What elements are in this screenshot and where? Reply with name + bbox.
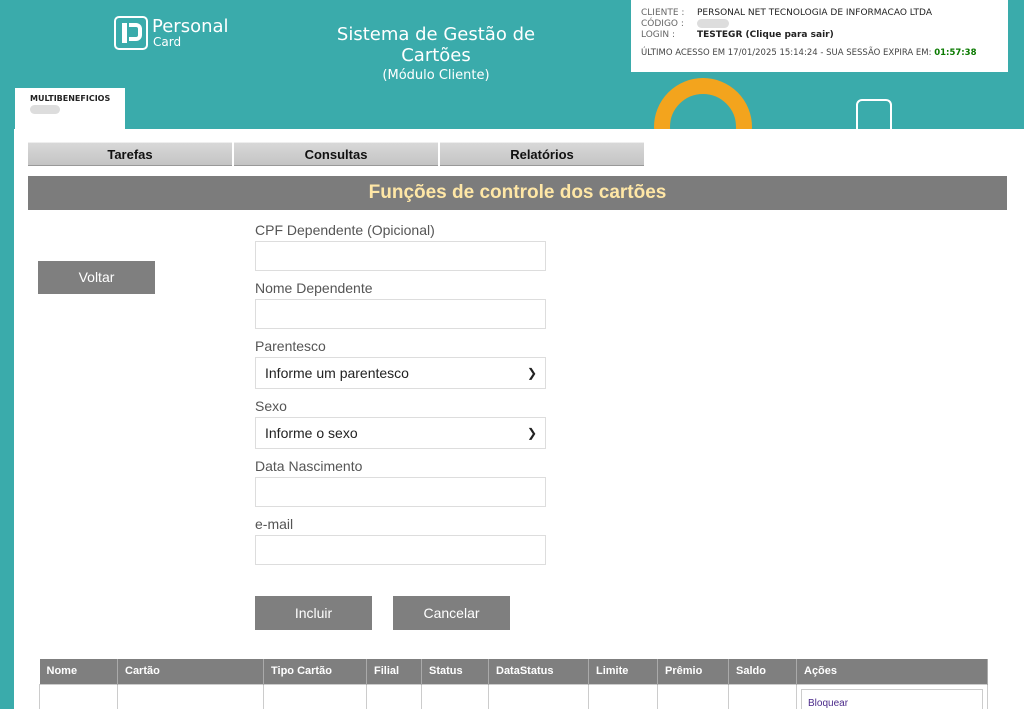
col-datastatus: DataStatus bbox=[488, 659, 589, 684]
cell-nome bbox=[39, 683, 118, 709]
dependent-form: CPF Dependente (Opicional) Nome Dependen… bbox=[255, 219, 547, 571]
top-menu: Tarefas Consultas Relatórios bbox=[28, 142, 646, 166]
cpf-label: CPF Dependente (Opicional) bbox=[255, 222, 435, 238]
col-premio: Prêmio bbox=[657, 659, 729, 684]
cancelar-button[interactable]: Cancelar bbox=[393, 596, 510, 630]
col-tipo-cartao: Tipo Cartão bbox=[263, 659, 367, 684]
cliente-value: PERSONAL NET TECNOLOGIA DE INFORMACAO LT… bbox=[697, 8, 932, 18]
system-title: Sistema de Gestão de Cartões (Módulo Cli… bbox=[318, 24, 554, 83]
session-info-box: CLIENTE : PERSONAL NET TECNOLOGIA DE INF… bbox=[631, 0, 1008, 72]
menu-item-consultas[interactable]: Consultas bbox=[234, 142, 438, 166]
col-nome: Nome bbox=[39, 659, 118, 684]
email-label: e-mail bbox=[255, 516, 294, 532]
cell-tipo-cartao bbox=[263, 683, 367, 709]
sexo-select[interactable]: Informe o sexo ❯ bbox=[255, 417, 546, 449]
chevron-down-icon: ❯ bbox=[526, 426, 537, 440]
cell-datastatus bbox=[488, 683, 589, 709]
cards-table: Nome Cartão Tipo Cartão Filial Status Da… bbox=[39, 659, 988, 709]
menu-item-relatorios[interactable]: Relatórios bbox=[440, 142, 644, 166]
main-panel: Tarefas Consultas Relatórios Funções de … bbox=[14, 129, 1024, 709]
col-acoes: Ações bbox=[796, 659, 988, 684]
nome-label: Nome Dependente bbox=[255, 280, 373, 296]
system-title-main: Sistema de Gestão de Cartões bbox=[336, 24, 536, 66]
cell-status bbox=[421, 683, 489, 709]
personal-card-logo: Personal Card bbox=[114, 16, 229, 50]
nascimento-input[interactable] bbox=[255, 477, 546, 507]
parentesco-select-value: Informe um parentesco bbox=[265, 365, 409, 381]
cell-premio bbox=[657, 683, 729, 709]
cliente-label: CLIENTE : bbox=[641, 8, 685, 18]
system-title-sub: (Módulo Cliente) bbox=[382, 68, 490, 83]
menu-item-tarefas[interactable]: Tarefas bbox=[28, 142, 232, 166]
voltar-button[interactable]: Voltar bbox=[38, 261, 155, 294]
session-expires-label: SUA SESSÃO EXPIRA EM: bbox=[826, 48, 932, 58]
codigo-label: CÓDIGO : bbox=[641, 19, 684, 29]
tab-multibeneficios-label: MULTIBENEFICIOS bbox=[30, 94, 111, 103]
col-status: Status bbox=[421, 659, 489, 684]
login-label: LOGIN : bbox=[641, 30, 676, 40]
brand-sub: Card bbox=[153, 35, 182, 49]
col-filial: Filial bbox=[366, 659, 422, 684]
col-saldo: Saldo bbox=[728, 659, 797, 684]
last-access-text: ÚLTIMO ACESSO EM 17/01/2025 15:14:24 - bbox=[641, 48, 824, 58]
page-title: Funções de controle dos cartões bbox=[28, 176, 1007, 210]
cell-cartao bbox=[117, 683, 264, 709]
tab-redacted-value bbox=[30, 105, 60, 114]
parentesco-label: Parentesco bbox=[255, 338, 326, 354]
logout-link[interactable]: TESTEGR (Clique para sair) bbox=[697, 30, 834, 41]
sexo-label: Sexo bbox=[255, 398, 287, 414]
nome-input[interactable] bbox=[255, 299, 546, 329]
session-expires-value: 01:57:38 bbox=[934, 48, 977, 58]
parentesco-select[interactable]: Informe um parentesco ❯ bbox=[255, 357, 546, 389]
nascimento-label: Data Nascimento bbox=[255, 458, 363, 474]
bloquear-action[interactable]: Bloquear bbox=[801, 688, 983, 709]
cell-saldo bbox=[728, 683, 797, 709]
col-cartao: Cartão bbox=[117, 659, 264, 684]
cell-acoes: Bloquear bbox=[796, 683, 988, 709]
cell-limite bbox=[588, 683, 658, 709]
brand-name: Personal bbox=[152, 16, 229, 37]
table-row: Bloquear bbox=[39, 683, 988, 709]
incluir-button[interactable]: Incluir bbox=[255, 596, 372, 630]
codigo-value-redacted bbox=[697, 19, 729, 28]
chevron-down-icon: ❯ bbox=[526, 366, 537, 380]
cpf-input[interactable] bbox=[255, 241, 546, 271]
email-input[interactable] bbox=[255, 535, 546, 565]
table-header-row: Nome Cartão Tipo Cartão Filial Status Da… bbox=[39, 659, 988, 684]
personal-card-logo-icon bbox=[114, 16, 148, 50]
col-limite: Limite bbox=[588, 659, 658, 684]
cell-filial bbox=[366, 683, 422, 709]
sexo-select-value: Informe o sexo bbox=[265, 425, 358, 441]
tab-multibeneficios[interactable]: MULTIBENEFICIOS bbox=[15, 88, 125, 133]
